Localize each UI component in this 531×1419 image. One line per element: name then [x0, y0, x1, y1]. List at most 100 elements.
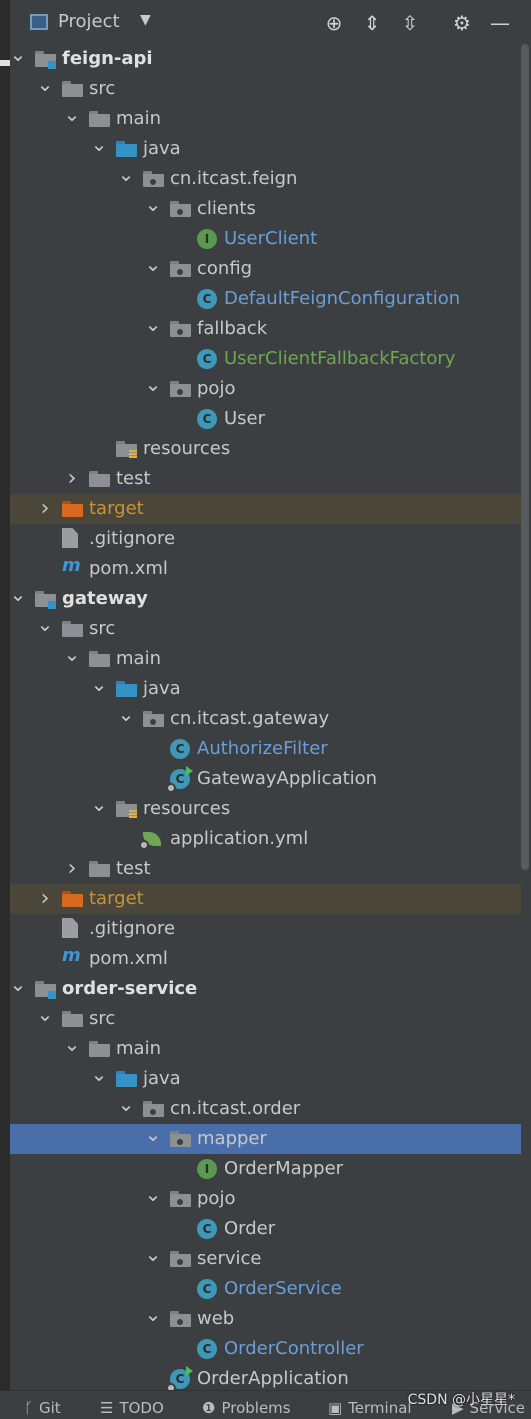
tree-row[interactable]: C OrderApplication — [10, 1364, 521, 1390]
todo-tab-label: TODO — [119, 1399, 164, 1417]
tree-row[interactable]: › test — [10, 854, 521, 884]
tree-row[interactable]: ⌄ fallback — [10, 312, 521, 344]
chevron-down-icon[interactable]: ⌄ — [116, 1092, 136, 1116]
chevron-down-icon[interactable]: ▼ — [140, 12, 151, 28]
tree-row-label: Order — [224, 1218, 276, 1239]
tree-row[interactable]: › target — [10, 884, 521, 914]
chevron-down-icon[interactable]: ⌄ — [143, 1302, 163, 1326]
tree-row[interactable]: C UserClientFallbackFactory — [10, 344, 521, 374]
tree-row[interactable]: ⌄ web — [10, 1302, 521, 1334]
tree-row[interactable]: ⌄ src — [10, 1002, 521, 1034]
chevron-right-icon[interactable]: › — [35, 887, 55, 911]
chevron-down-icon[interactable]: ⌄ — [116, 162, 136, 186]
project-tree[interactable]: ⌄ feign-api ⌄ src ⌄ main ⌄ java ⌄ cn.itcast.feign… — [10, 44, 521, 1390]
tree-row[interactable]: I UserClient — [10, 224, 521, 254]
chevron-down-icon[interactable]: ⌄ — [89, 1062, 109, 1086]
chevron-down-icon[interactable]: ⌄ — [116, 702, 136, 726]
tree-row[interactable]: m pom.xml — [10, 554, 521, 584]
tree-row[interactable]: C Order — [10, 1214, 521, 1244]
tree-row[interactable]: ⌄ order-service — [10, 972, 521, 1004]
tree-row[interactable]: ⌄ cn.itcast.gateway — [10, 702, 521, 734]
tree-row[interactable]: C OrderService — [10, 1274, 521, 1304]
expand-all-icon[interactable]: ⇕ — [360, 10, 384, 36]
scrollbar-thumb[interactable] — [521, 44, 529, 870]
tree-row[interactable]: ⌄ java — [10, 672, 521, 704]
tree-row[interactable]: m pom.xml — [10, 944, 521, 974]
chevron-down-icon[interactable]: ⌄ — [89, 672, 109, 696]
gitignore-file-icon — [62, 528, 78, 548]
chevron-down-icon[interactable]: ⌄ — [143, 192, 163, 216]
chevron-down-icon[interactable]: ⌄ — [89, 792, 109, 816]
chevron-down-icon[interactable]: ⌄ — [143, 1242, 163, 1266]
chevron-down-icon[interactable]: ⌄ — [10, 44, 28, 66]
chevron-right-icon[interactable]: › — [35, 497, 55, 521]
chevron-down-icon[interactable]: ⌄ — [89, 132, 109, 156]
tree-row[interactable]: resources — [10, 434, 521, 464]
class-icon: C — [197, 1219, 217, 1239]
terminal-tab[interactable]: ▣ Terminal — [328, 1399, 412, 1417]
tree-row-label: src — [89, 1008, 116, 1029]
chevron-down-icon[interactable]: ⌄ — [35, 612, 55, 636]
minimize-icon[interactable]: — — [488, 10, 512, 36]
tree-row[interactable]: .gitignore — [10, 524, 521, 554]
spring-boot-app-icon: C — [166, 1366, 193, 1390]
tree-row[interactable]: ⌄ java — [10, 1062, 521, 1094]
tree-row[interactable]: ⌄ cn.itcast.order — [10, 1092, 521, 1124]
tree-row[interactable]: C GatewayApplication — [10, 764, 521, 794]
tree-row[interactable]: ⌄ java — [10, 132, 521, 164]
chevron-down-icon[interactable]: ⌄ — [143, 252, 163, 276]
tree-row[interactable]: ⌄ gateway — [10, 582, 521, 614]
collapse-all-icon[interactable]: ⇳ — [398, 10, 422, 36]
tree-row[interactable]: ⌄ src — [10, 612, 521, 644]
chevron-down-icon[interactable]: ⌄ — [10, 972, 28, 996]
chevron-down-icon[interactable]: ⌄ — [35, 72, 55, 96]
tree-row[interactable]: ⌄ pojo — [10, 372, 521, 404]
tree-row[interactable]: ⌄ clients — [10, 192, 521, 224]
tree-row[interactable]: ⌄ main — [10, 1032, 521, 1064]
tree-row[interactable]: .gitignore — [10, 914, 521, 944]
tree-row-label: gateway — [62, 588, 148, 609]
panel-title[interactable]: Project — [58, 11, 120, 32]
chevron-down-icon[interactable]: ⌄ — [62, 1032, 82, 1056]
tree-row[interactable]: ⌄ main — [10, 102, 521, 134]
tree-row[interactable]: ⌄ pojo — [10, 1182, 521, 1214]
chevron-down-icon[interactable]: ⌄ — [143, 1122, 163, 1146]
tree-row[interactable]: ⌄ main — [10, 642, 521, 674]
tree-row-label: .gitignore — [89, 528, 176, 549]
chevron-down-icon[interactable]: ⌄ — [143, 1182, 163, 1206]
tree-row[interactable]: › test — [10, 464, 521, 494]
tree-row[interactable]: C DefaultFeignConfiguration — [10, 284, 521, 314]
chevron-down-icon[interactable]: ⌄ — [143, 372, 163, 396]
tree-row[interactable]: ⌄ mapper — [10, 1122, 521, 1154]
chevron-down-icon[interactable]: ⌄ — [62, 102, 82, 126]
folder-icon — [89, 1039, 111, 1059]
tree-row[interactable]: ⌄ config — [10, 252, 521, 284]
tree-row[interactable]: C AuthorizeFilter — [10, 734, 521, 764]
gear-icon[interactable]: ⚙ — [450, 10, 474, 36]
todo-tab[interactable]: ☰ TODO — [100, 1399, 164, 1417]
bottom-tool-bar: ᚴ Git ☰ TODO ❶ Problems ▣ Terminal ▶ Service … — [0, 1390, 531, 1419]
chevron-right-icon[interactable]: › — [62, 857, 82, 881]
chevron-down-icon[interactable]: ⌄ — [35, 1002, 55, 1026]
left-tool-strip[interactable] — [0, 0, 10, 1390]
tree-row[interactable]: ⌄ resources — [10, 792, 521, 824]
git-tab[interactable]: ᚴ Git — [24, 1399, 61, 1417]
locate-icon[interactable]: ⊕ — [322, 10, 346, 36]
tree-row[interactable]: ⌄ feign-api — [10, 44, 521, 74]
class-icon: C — [197, 1339, 217, 1359]
tree-row[interactable]: I OrderMapper — [10, 1154, 521, 1184]
problems-tab[interactable]: ❶ Problems — [202, 1399, 291, 1417]
tree-row[interactable]: application.yml — [10, 824, 521, 854]
tree-row[interactable]: C User — [10, 404, 521, 434]
chevron-down-icon[interactable]: ⌄ — [143, 312, 163, 336]
tree-row[interactable]: › target — [10, 494, 521, 524]
scrollbar[interactable] — [521, 44, 531, 1390]
tree-row[interactable]: ⌄ cn.itcast.feign — [10, 162, 521, 194]
tree-row[interactable]: ⌄ service — [10, 1242, 521, 1274]
chevron-down-icon[interactable]: ⌄ — [62, 642, 82, 666]
git-tab-label: Git — [39, 1399, 61, 1417]
tree-row[interactable]: C OrderController — [10, 1334, 521, 1364]
tree-row[interactable]: ⌄ src — [10, 72, 521, 104]
chevron-right-icon[interactable]: › — [62, 467, 82, 491]
chevron-down-icon[interactable]: ⌄ — [10, 582, 28, 606]
